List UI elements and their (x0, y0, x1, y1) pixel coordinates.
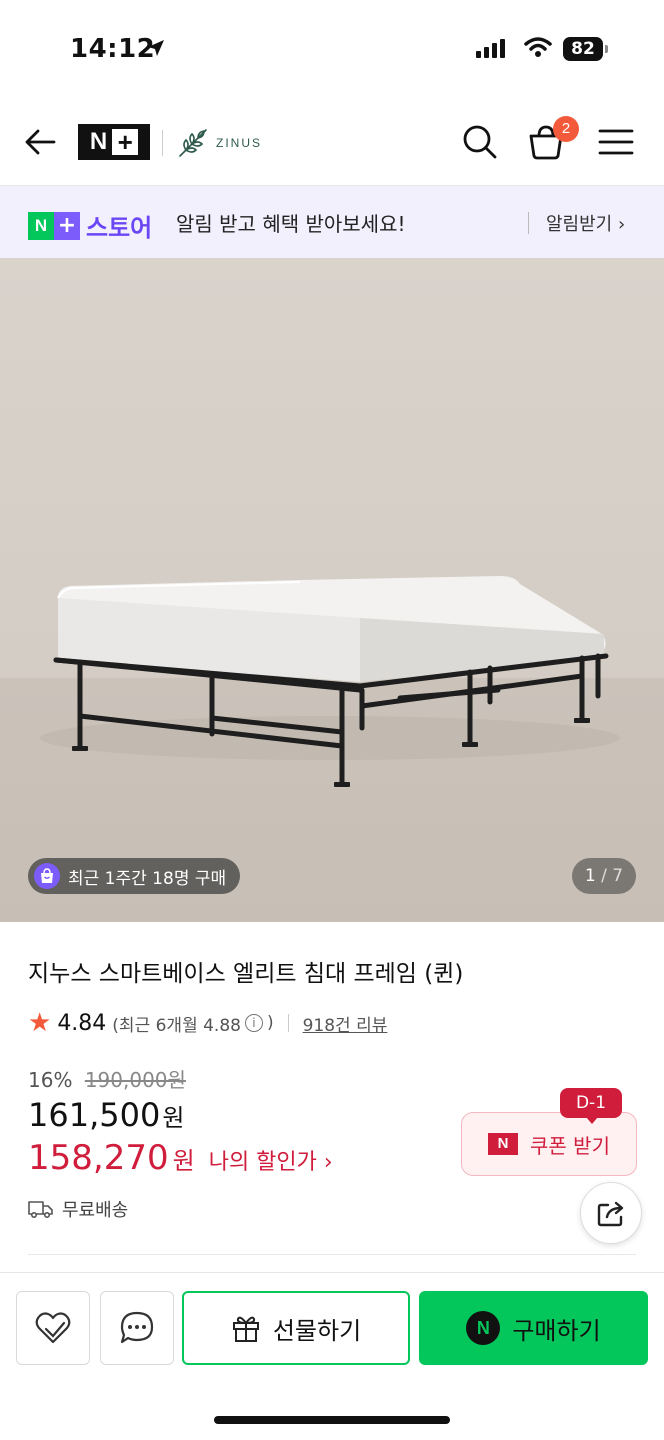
zinus-wordmark: ZINUS (216, 136, 262, 150)
zinus-brand-logo[interactable]: ZINUS (176, 126, 262, 160)
review-count-link[interactable]: 918건 리뷰 (303, 1011, 388, 1036)
share-button[interactable] (580, 1182, 642, 1244)
shopping-bag-icon (34, 863, 60, 889)
my-discount-price[interactable]: 158,270 원 나의 할인가 › (28, 1138, 333, 1178)
purchase-button[interactable]: N 구매하기 (419, 1291, 648, 1365)
rating-row: ★ 4.84 (최근 6개월 4.88 i ) 918건 리뷰 (28, 1010, 387, 1036)
location-arrow-icon (146, 38, 166, 62)
cart-count-badge: 2 (553, 116, 579, 142)
purchase-label: 구매하기 (512, 1316, 601, 1345)
dday-badge: D-1 (560, 1088, 622, 1124)
discount-row: 16% 190,000원 (28, 1064, 186, 1093)
info-icon[interactable]: i (244, 1014, 263, 1032)
search-button[interactable] (460, 122, 500, 162)
notification-subscribe-link[interactable]: 알림받기 › (546, 210, 625, 236)
header-divider (162, 130, 163, 156)
my-price-value: 158,270 (28, 1138, 169, 1178)
rating-score: 4.84 (57, 1010, 107, 1036)
status-bar: 14:12 82 (0, 0, 664, 100)
naver-n-icon: N (488, 1133, 519, 1155)
arrow-left-icon (25, 129, 56, 155)
talk-talk-button[interactable] (100, 1291, 174, 1365)
store-banner-message: 알림 받고 혜택 받아보세요! (176, 212, 406, 236)
coupon-download-button[interactable]: N 쿠폰 받기 (461, 1112, 637, 1176)
status-time: 14:12 (70, 34, 156, 64)
my-price-unit: 원 (172, 1147, 195, 1175)
shipping-info: 무료배송 (28, 1196, 128, 1222)
content-divider (28, 1254, 636, 1255)
recent-purchase-badge: 최근 1주간 18명 구매 (28, 858, 241, 894)
product-title: 지누스 스마트베이스 엘리트 침대 프레임 (퀸) (28, 961, 464, 987)
naver-pay-n-icon: N (466, 1311, 501, 1345)
coupon-label: 쿠폰 받기 (530, 1133, 610, 1158)
home-indicator[interactable] (214, 1416, 450, 1424)
product-image-carousel[interactable]: 최근 1주간 18명 구매 1 / 7 (0, 258, 664, 922)
naver-plus-store-logo: N + 스토어 (28, 208, 152, 243)
menu-button[interactable] (596, 122, 636, 162)
cellular-signal-icon (476, 38, 505, 58)
store-notification-banner[interactable]: N + 스토어 알림 받고 혜택 받아보세요! 알림받기 › (0, 186, 664, 258)
chat-bubble-icon (120, 1311, 154, 1344)
star-icon: ★ (28, 1008, 52, 1038)
recent-rating-text: (최근 6개월 4.88 (112, 1015, 241, 1036)
rating-divider (287, 1014, 289, 1032)
original-price: 190,000원 (84, 1068, 186, 1092)
sale-price-value: 161,500 (28, 1096, 161, 1134)
discount-rate: 16% (28, 1068, 73, 1092)
bed-frame-image (40, 576, 620, 787)
recent-purchase-text: 최근 1주간 18명 구매 (68, 868, 227, 889)
sale-price-unit: 원 (162, 1104, 185, 1132)
store-banner-divider (528, 212, 529, 234)
back-button[interactable] (22, 124, 58, 160)
app-header: N + ZINUS 2 (0, 100, 664, 186)
my-price-label: 나의 할인가 › (208, 1150, 333, 1175)
heart-icon (35, 1312, 71, 1344)
gift-label: 선물하기 (272, 1316, 362, 1345)
delivery-truck-icon (28, 1201, 53, 1219)
naver-plus-logo[interactable]: N + (78, 124, 150, 160)
leaf-icon (179, 129, 207, 157)
image-index: 1 (584, 866, 596, 886)
wishlist-button[interactable] (16, 1291, 90, 1365)
recent-rating-close: ) (266, 1013, 274, 1033)
share-icon (597, 1201, 624, 1227)
gift-button[interactable]: 선물하기 (182, 1291, 410, 1365)
wifi-icon (524, 36, 552, 62)
sale-price: 161,500원 (28, 1096, 184, 1134)
gift-icon (232, 1316, 259, 1342)
image-counter: 1 / 7 (572, 858, 636, 894)
store-wordmark: 스토어 (86, 214, 153, 242)
search-icon (463, 125, 497, 159)
hamburger-menu-icon (598, 129, 634, 155)
shipping-text: 무료배송 (62, 1200, 129, 1221)
recent-rating: (최근 6개월 4.88 i ) (112, 1011, 273, 1036)
bottom-action-bar: 선물하기 N 구매하기 (0, 1272, 664, 1440)
battery-indicator: 82 (563, 37, 608, 61)
image-total: / 7 (601, 866, 624, 886)
